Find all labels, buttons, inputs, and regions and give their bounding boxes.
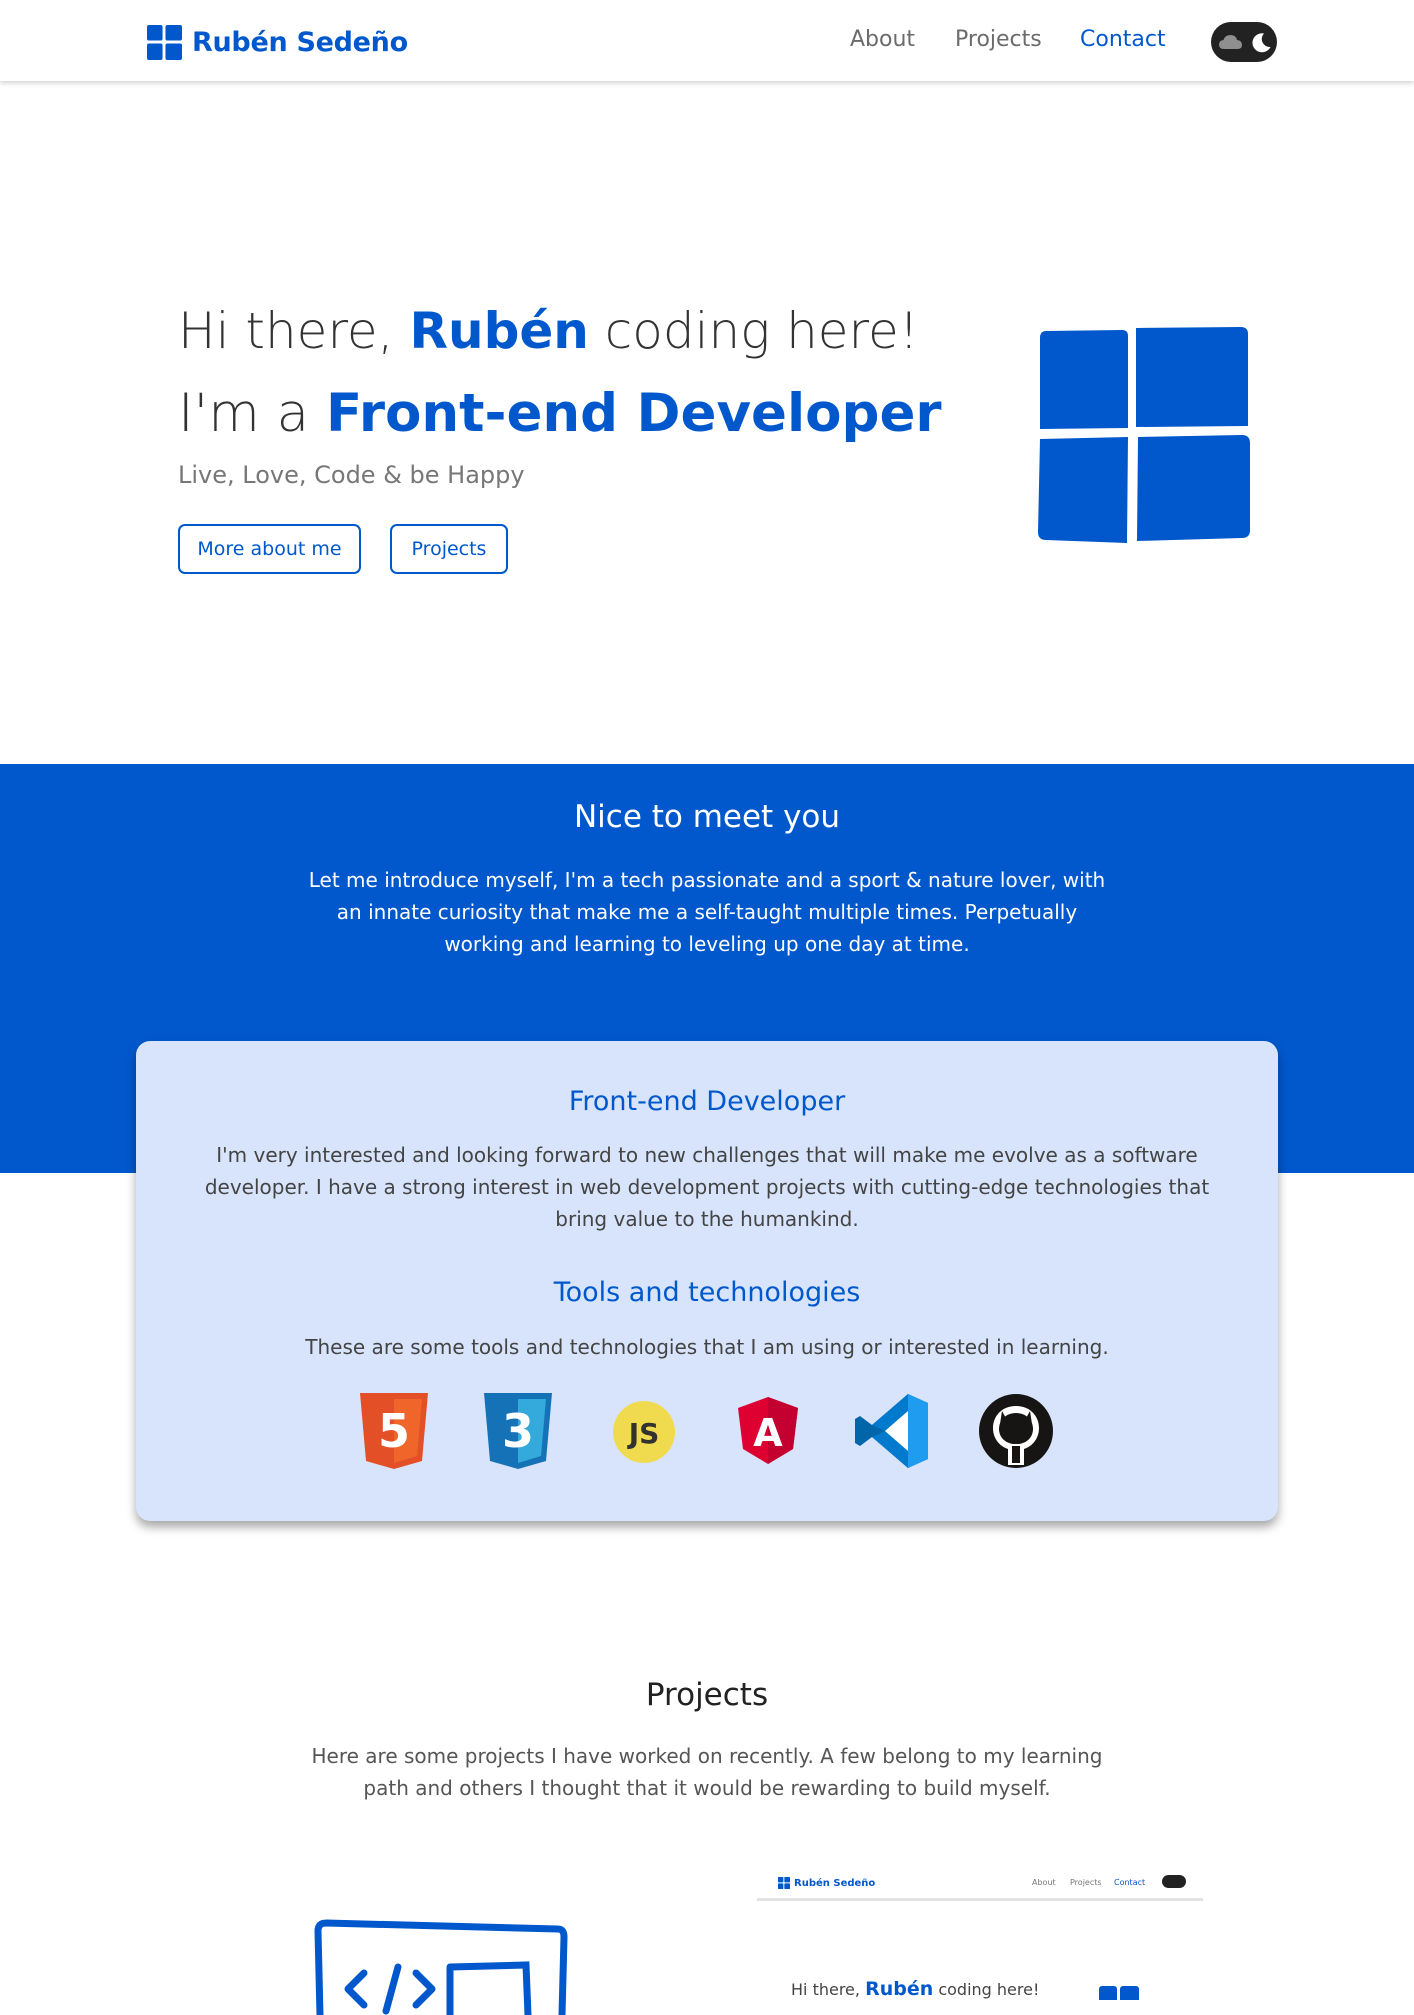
nav-link-contact[interactable]: Contact [1080,27,1166,52]
about-text: Let me introduce myself, I'm a tech pass… [308,868,1106,956]
brand-logo-icon [147,24,182,60]
preview-brand: Rubén Sedeño [778,1877,875,1889]
projects-title: Projects [645,1677,769,1713]
greeting-pre: Hi there, [178,302,394,360]
projects-text: Here are some projects I have worked on … [311,1744,1103,1800]
preview-hero: Hi there, Rubén coding here! [791,1978,1039,2000]
card-heading-frontend: Front-end Developer [568,1086,846,1117]
about-title: Nice to meet you [573,799,841,835]
preview-link-about: About [1032,1878,1056,1887]
card-text-frontend: I'm very interested and looking forward … [204,1143,1210,1231]
more-about-me-button[interactable]: More about me [178,524,361,574]
hero-greeting: Hi there, Rubén coding here! [178,302,919,360]
preview-hero-name: Rubén [865,1978,934,2000]
preview-brand-logo-icon [778,1877,790,1889]
preview-hero-pre: Hi there, [791,1980,860,1999]
card-text-tools: These are some tools and technologies th… [305,1335,1109,1359]
role-title: Front-end Developer [326,383,942,444]
github-icon [979,1394,1053,1468]
javascript-label: JS [627,1417,660,1450]
javascript-icon: JS [613,1401,675,1463]
hero-logo-icon [1038,327,1250,543]
card-heading-tools: Tools and technologies [553,1277,861,1308]
vscode-icon [855,1394,928,1468]
theme-toggle[interactable] [1211,22,1277,62]
angular-label: A [753,1411,783,1455]
brand[interactable]: Rubén Sedeño [147,24,408,60]
moon-icon [1252,33,1271,53]
code-window-icon [314,1919,568,2015]
brand-name: Rubén Sedeño [192,26,408,58]
preview-hero-post: coding here! [938,1980,1040,1999]
cloud-icon [1219,35,1242,49]
greeting-post: coding here! [604,302,919,360]
html5-icon: 5 [360,1393,428,1469]
html5-label: 5 [378,1404,410,1458]
projects-button[interactable]: Projects [390,524,508,574]
css3-icon: 3 [484,1393,552,1469]
nav-link-projects[interactable]: Projects [955,27,1042,52]
hero-tagline: Live, Love, Code & be Happy [178,461,525,489]
preview-link-projects: Projects [1070,1878,1102,1887]
skills-card: Front-end Developer I'm very interested … [136,1041,1278,1521]
role-pre: I'm a [178,383,310,444]
css3-label: 3 [502,1404,534,1458]
project-preview-thumbnail[interactable]: Rubén Sedeño About Projects Contact Hi t… [757,1866,1203,2000]
hero-role: I'm a Front-end Developer [178,383,942,444]
preview-brand-name: Rubén Sedeño [794,1877,876,1889]
preview-link-contact: Contact [1114,1878,1146,1887]
preview-navbar: Rubén Sedeño About Projects Contact [757,1866,1203,1901]
preview-logo-icon [1099,1986,1139,2000]
preview-toggle [1162,1875,1186,1888]
nav-link-about[interactable]: About [850,27,915,52]
greeting-name: Rubén [409,302,589,360]
angular-icon: A [738,1397,798,1464]
navbar: Rubén Sedeño About Projects Contact [0,0,1414,81]
